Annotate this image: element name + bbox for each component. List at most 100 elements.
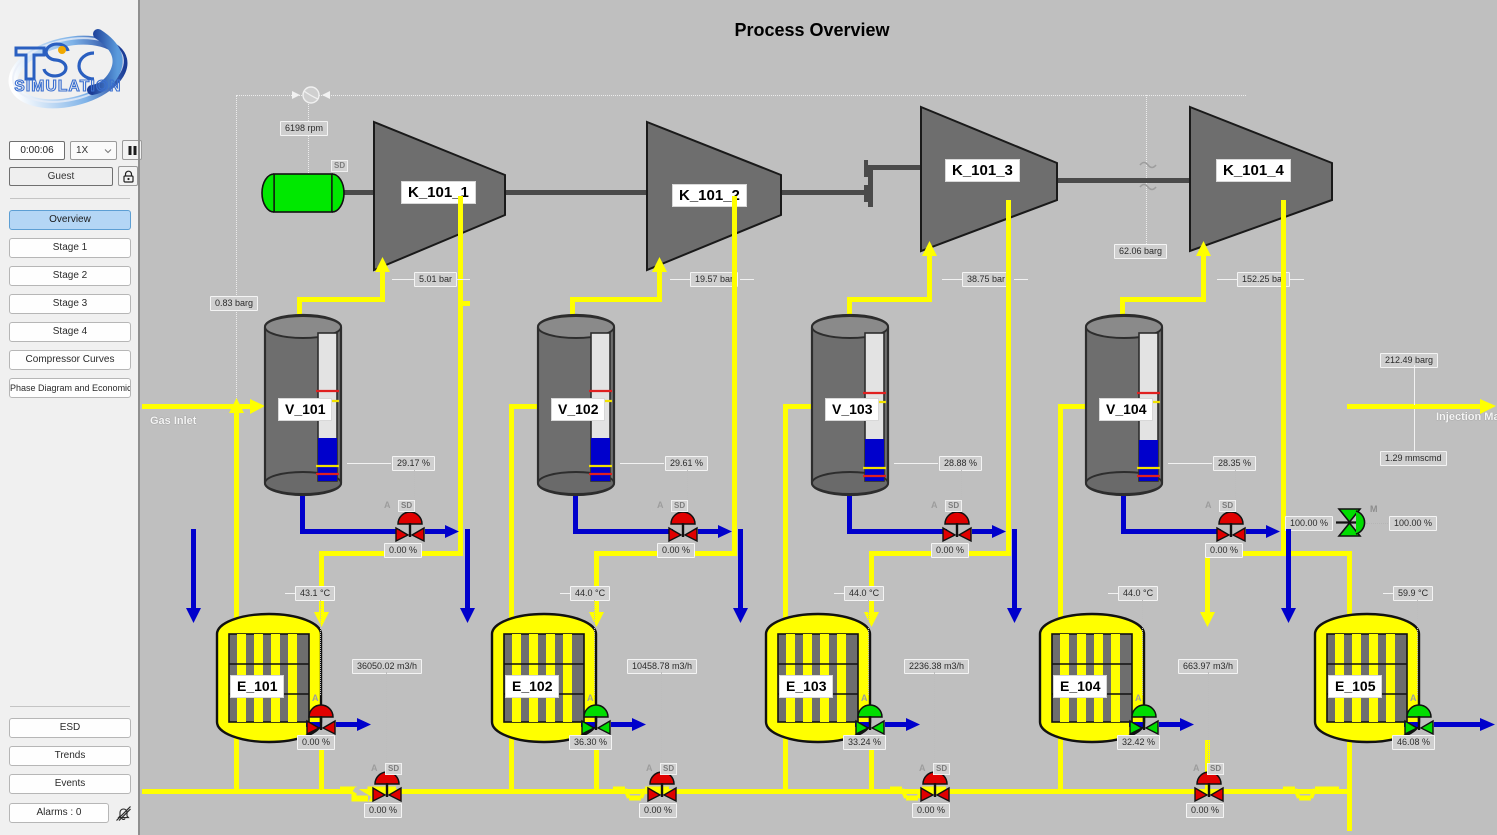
shaft-k2-to-gearbox [782, 190, 872, 195]
lead-line-k2-pressure [670, 279, 690, 280]
sidebar-item-stage-1[interactable]: Stage 1 [9, 238, 131, 258]
pipe-v104-drain-down [1121, 496, 1126, 532]
cooler-e104-recycle-a-tag: A [1193, 763, 1200, 773]
separator-v101-drain-valve[interactable] [393, 511, 427, 547]
cooler-e104-valve-a-tag: A [1135, 693, 1142, 703]
cooler-e101-valve-a-tag: A [312, 693, 319, 703]
sidebar-item-trends[interactable]: Trends [9, 746, 131, 766]
cooler-e101-recycle-position: 0.00 % [364, 803, 403, 818]
sidebar-divider-bottom [10, 706, 130, 707]
separator-v104-drain-a-tag: A [1205, 500, 1212, 510]
pause-button[interactable] [122, 140, 142, 160]
cooler-e103-recycle-flow: 2236.38 m3/h [904, 659, 970, 674]
export-valve[interactable] [1334, 506, 1370, 547]
signal-line-e101-recycle [386, 672, 387, 766]
sidebar: SIMULATION 0:00:06 1X Guest Overview Sta… [0, 0, 142, 835]
pipe-v103-drain-down [847, 496, 852, 532]
cooler-e101-recycle-valve[interactable] [370, 771, 404, 807]
arrow-blue-return-1 [460, 608, 475, 623]
arrow-e104-valve-out [1180, 718, 1194, 731]
arrow-k2-suction [652, 257, 667, 272]
separator-v104-drain-valve[interactable] [1214, 511, 1248, 547]
lead-line-discharge-pressure [1414, 365, 1415, 405]
sidebar-item-esd[interactable]: ESD [9, 718, 131, 738]
separator-v103-label: V_103 [825, 398, 880, 421]
gearbox-cap-lower [864, 185, 868, 202]
cooler-e103-recycle-valve[interactable] [918, 771, 952, 807]
arrow-k1-suction [375, 257, 390, 272]
pipe-k1-to-e101 [458, 301, 463, 556]
alarm-mute-button[interactable] [113, 803, 133, 823]
arrow-e104-inlet [1200, 612, 1215, 627]
lead-line-k3-pressure-b [1014, 279, 1028, 280]
pipe-k3-suction-riser [927, 252, 932, 302]
signal-line-e105-valve [1417, 600, 1418, 695]
sidebar-item-phase-diagram-economics[interactable]: Phase Diagram and Economics [9, 378, 131, 398]
separator-v103-drain-valve[interactable] [940, 511, 974, 547]
driver-sd-tag: SD [331, 160, 349, 172]
separator-v104-drain-position: 0.00 % [1205, 543, 1244, 558]
separator-v101-label: V_101 [278, 398, 333, 421]
lead-line-k4-pressure-b [1290, 279, 1304, 280]
alarms-counter[interactable]: Alarms : 0 [9, 803, 109, 823]
process-diagram-canvas: Process Overview 6198 rpm 0.83 barg 62.0… [142, 0, 1497, 835]
injection-manifold-label: Injection Manifold [1436, 411, 1497, 424]
lead-line-k2-pressure-b [740, 279, 754, 280]
cooler-e104-recycle-position: 0.00 % [1186, 803, 1225, 818]
sidebar-divider-top [10, 198, 130, 199]
arrow-v102-drain [718, 525, 732, 538]
k101-1-discharge-pressure-tag: 5.01 bar [414, 272, 458, 287]
cooler-e101-temperature-tag: 43.1 °C [295, 586, 336, 601]
pipe-k1-suction-riser [380, 268, 385, 302]
user-name[interactable]: Guest [9, 166, 113, 186]
sidebar-item-compressor-curves[interactable]: Compressor Curves [9, 350, 131, 370]
driver-motor[interactable] [261, 172, 347, 219]
signal-line-e101-valve [320, 600, 321, 695]
speed-select-value: 1X [76, 144, 89, 156]
inlet-pressure-tag: 0.83 barg [210, 296, 259, 311]
sidebar-item-stage-4[interactable]: Stage 4 [9, 322, 131, 342]
cooler-e102-recycle-valve[interactable] [645, 771, 679, 807]
pipe-k4-to-e105 [1281, 200, 1286, 556]
shaft-k1-to-k2 [504, 190, 664, 195]
separator-v102-drain-a-tag: A [657, 500, 664, 510]
pipe-blue-return-3 [1012, 529, 1017, 617]
login-lock-button[interactable] [118, 166, 138, 186]
sidebar-item-events[interactable]: Events [9, 774, 131, 794]
signal-line-inlet-pressure [236, 95, 237, 417]
sidebar-item-stage-3[interactable]: Stage 3 [9, 294, 131, 314]
cooler-e103-recycle-sd-tag: SD [933, 763, 951, 775]
separator-v102-drain-valve[interactable] [666, 511, 700, 547]
gas-inlet-label: Gas Inlet [150, 415, 197, 427]
shaft-coupling-icon [1139, 161, 1157, 191]
cooler-e101-recycle-flow: 36050.02 m3/h [352, 659, 423, 674]
interstage-pressure-tag: 62.06 barg [1114, 244, 1168, 259]
pipe-k1-discharge [458, 196, 463, 306]
separator-v101-drain-position: 0.00 % [384, 543, 423, 558]
k101-2-discharge-pressure-tag: 19.57 bar [690, 272, 739, 287]
svg-text:SIMULATION: SIMULATION [14, 78, 121, 95]
simulation-clock[interactable]: 0:00:06 [9, 140, 65, 160]
cooler-e102-recycle-position: 0.00 % [639, 803, 678, 818]
pipe-injection-manifold [1347, 404, 1487, 409]
gearbox-coupling [868, 165, 873, 207]
signal-line-e102-recycle [661, 672, 662, 766]
tsc-simulation-logo: SIMULATION [6, 12, 134, 122]
arrow-blue-return-2 [733, 608, 748, 623]
separator-v101-drain-a-tag: A [384, 500, 391, 510]
cooler-e104-recycle-valve[interactable] [1192, 771, 1226, 807]
lead-line-k1-pressure-b [456, 279, 470, 280]
k101-3-discharge-pressure-tag: 38.75 bar [962, 272, 1011, 287]
arrow-v101-recycle-up [229, 398, 244, 413]
discharge-flow-tag: 1.29 mmscmd [1380, 451, 1447, 466]
speed-select[interactable]: 1X [70, 140, 117, 160]
signal-line-export-valve [1366, 523, 1388, 524]
driver-speed-tag: 6198 rpm [280, 121, 329, 136]
lead-line-discharge-flow [1414, 409, 1415, 451]
pipe-v102-drain-horiz [573, 529, 673, 534]
export-valve-position-left: 100.00 % [1285, 516, 1334, 531]
separator-v101-drain-sd-tag: SD [398, 500, 416, 512]
sidebar-item-overview[interactable]: Overview [9, 210, 131, 230]
sidebar-item-stage-2[interactable]: Stage 2 [9, 266, 131, 286]
compressor-k101-3-label: K_101_3 [945, 159, 1020, 182]
